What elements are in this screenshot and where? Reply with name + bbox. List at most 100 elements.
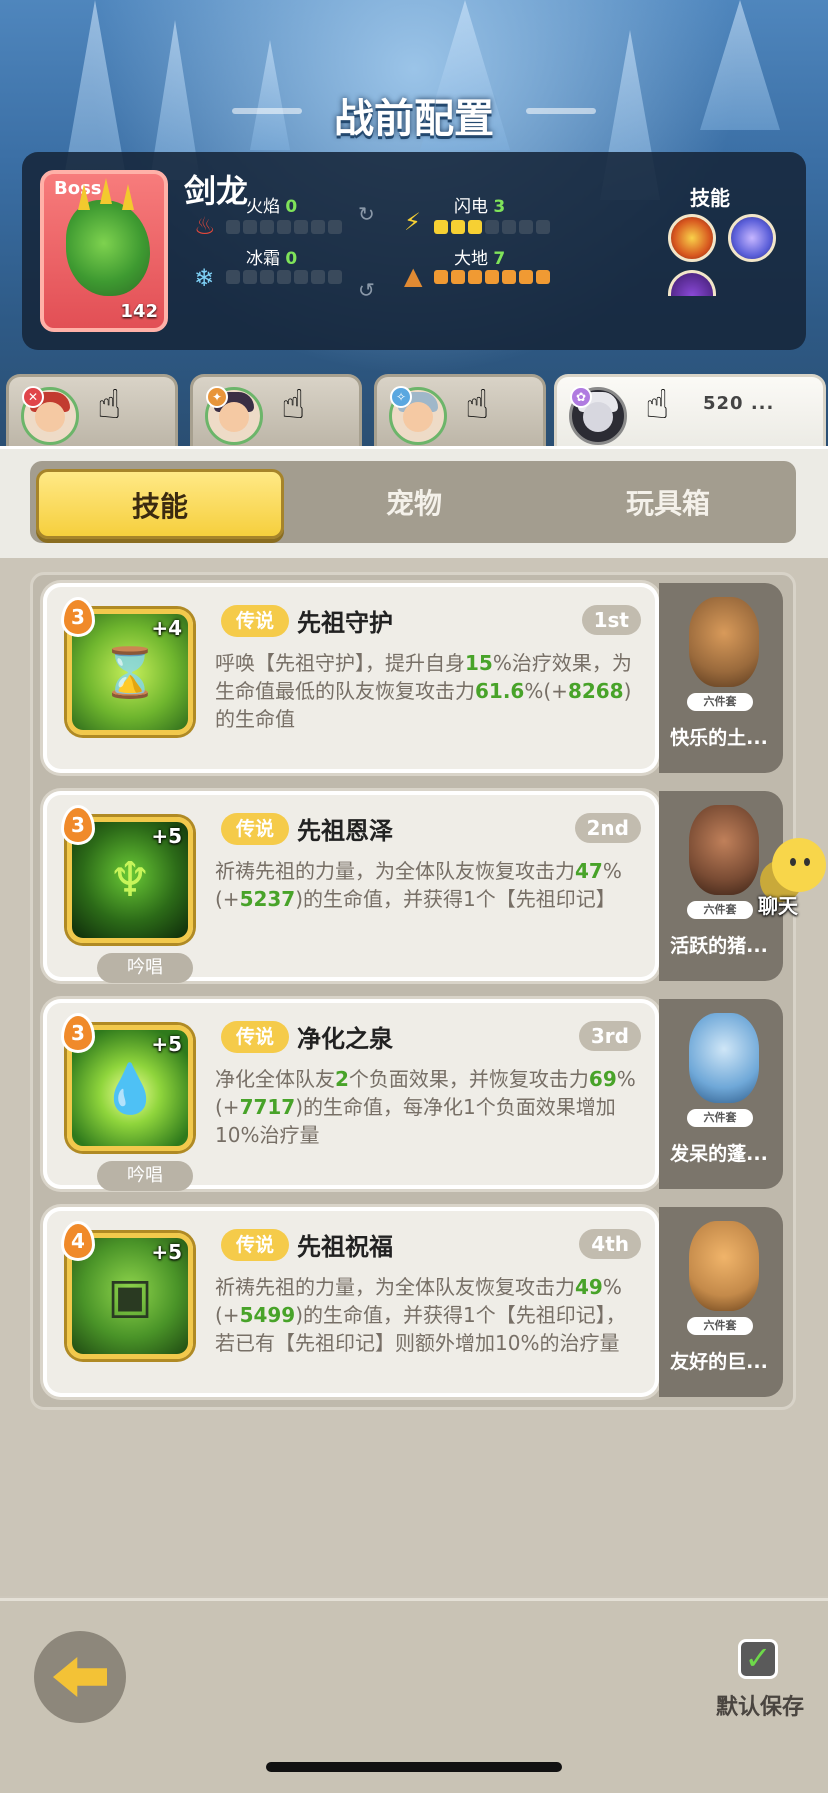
hero-avatar: ✕ [21, 386, 79, 445]
skill-name: 先祖守护 [297, 609, 393, 637]
tap-hand-icon: ☝ [465, 382, 490, 428]
lightning-bar [434, 220, 550, 234]
hero-role-badge: ✕ [22, 386, 44, 408]
boss-skill-vortex-icon[interactable] [728, 214, 776, 262]
highlight-value: 8268 [567, 679, 624, 703]
skill-rank: 4th [579, 1229, 641, 1259]
frost-bar [226, 270, 342, 284]
earth-value: 7 [493, 249, 506, 269]
dragon-portrait [66, 178, 150, 296]
rarity-badge: 传说 [221, 1229, 289, 1261]
desc-text: 祈祷先祖的力量，为全体队友恢复攻击力 [215, 859, 575, 883]
skill-card-3[interactable]: 💧 +5 3 吟唱 传说 净化之泉 3rd 净化全体队友2个负面效果，并恢复攻击… [43, 999, 659, 1191]
highlight-value: 7717 [239, 1095, 296, 1119]
default-save-label: 默认保存 [716, 1695, 805, 1720]
boss-info-panel: Boss 142 剑龙 ♨ 火焰 0 ❄ 冰霜 0 ↻ ↺ ⚡ 闪电 3 ▲ 大… [22, 152, 806, 350]
pet-set-badge: 六件套 [687, 1317, 753, 1335]
fire-label: 火焰 [246, 197, 280, 217]
earth-bar [434, 270, 550, 284]
hero-tab-4[interactable]: ✿ ☝ 520 ... [554, 374, 826, 446]
boss-skill-shadow-icon[interactable] [668, 270, 716, 296]
rarity-badge: 传说 [221, 605, 289, 637]
cycle-arrow-bottom-icon: ↺ [358, 278, 375, 302]
pet-portrait [689, 597, 759, 687]
skill-description: 净化全体队友2个负面效果，并恢复攻击力69%(+7717)的生命值，每净化1个负… [215, 1065, 639, 1149]
earth-stat: 大地 7 [454, 244, 505, 269]
back-arrow-icon [53, 1657, 107, 1697]
skill-rank: 2nd [574, 813, 641, 843]
hero-tab-3[interactable]: ✧ ☝ [374, 374, 546, 446]
pet-portrait [689, 1221, 759, 1311]
default-save-checkbox[interactable]: ✓ [738, 1639, 778, 1679]
tab-skills[interactable]: 技能 [36, 469, 284, 539]
highlight-value: 2 [335, 1067, 349, 1091]
skill-name: 先祖祝福 [297, 1233, 393, 1261]
chat-button[interactable]: 聊天 [752, 838, 828, 918]
earth-icon: ▲ [404, 262, 423, 290]
segmented-control: 技能 宠物 玩具箱 [30, 461, 796, 543]
pet-slot-1[interactable]: 六件套 快乐的土... [659, 583, 783, 773]
desc-text: 祈祷先祖的力量，为全体队友恢复攻击力 [215, 1275, 575, 1299]
fire-stat: 火焰 0 [246, 192, 297, 217]
fire-bar [226, 220, 342, 234]
pet-slot-4[interactable]: 六件套 友好的巨... [659, 1207, 783, 1397]
boss-name: 剑龙 [184, 172, 249, 210]
home-indicator[interactable] [266, 1762, 562, 1772]
skill-level-badge: 3 [61, 597, 95, 637]
fire-icon: ♨ [194, 212, 216, 240]
hero-role-badge: ✿ [570, 386, 592, 408]
cycle-arrow-top-icon: ↻ [358, 202, 375, 226]
skill-rank: 1st [581, 605, 641, 635]
frost-stat: 冰霜 0 [246, 244, 297, 269]
highlight-value: 47 [575, 859, 603, 883]
pet-name: 友好的巨... [670, 1351, 768, 1373]
skill-rank: 3rd [578, 1021, 641, 1051]
skill-plus: +5 [151, 824, 182, 848]
tap-hand-icon: ☝ [645, 382, 670, 428]
pet-slot-3[interactable]: 六件套 发呆的蓬... [659, 999, 783, 1189]
pet-name: 发呆的蓬... [670, 1143, 768, 1165]
skill-card-4[interactable]: ▣ +5 4 传说 先祖祝福 4th 祈祷先祖的力量，为全体队友恢复攻击力49%… [43, 1207, 659, 1397]
highlight-value: 5499 [239, 1303, 296, 1327]
skill-card-1[interactable]: ⌛ +4 3 传说 先祖守护 1st 呼唤【先祖守护】，提升自身15%治疗效果，… [43, 583, 659, 773]
pet-set-badge: 六件套 [687, 693, 753, 711]
skill-level-badge: 3 [61, 805, 95, 845]
skill-plus: +4 [151, 616, 182, 640]
hero-role-badge: ✧ [390, 386, 412, 408]
skill-description: 祈祷先祖的力量，为全体队友恢复攻击力47%(+5237)的生命值，并获得1个【先… [215, 857, 639, 913]
chat-label: 聊天 [758, 894, 798, 918]
skill-card-2[interactable]: ♆ +5 3 吟唱 传说 先祖恩泽 2nd 祈祷先祖的力量，为全体队友恢复攻击力… [43, 791, 659, 983]
hero-avatar: ✦ [205, 386, 263, 445]
rarity-badge: 传说 [221, 813, 289, 845]
config-page: 技能 宠物 玩具箱 ⌛ +4 3 传说 先祖守护 1st 呼唤【先祖守护】，提升… [0, 446, 828, 1596]
pet-set-badge: 六件套 [687, 1109, 753, 1127]
highlight-value: 61.6 [475, 679, 525, 703]
desc-text: 净化全体队友 [215, 1067, 335, 1091]
hero-avatar: ✿ [569, 386, 627, 445]
back-button[interactable] [34, 1631, 126, 1723]
lightning-value: 3 [493, 197, 506, 217]
snowflake-icon: ❄ [194, 264, 215, 292]
tab-toybox[interactable]: 玩具箱 [544, 469, 792, 539]
highlight-value: 69 [588, 1067, 617, 1091]
hero-tab-2[interactable]: ✦ ☝ [190, 374, 362, 446]
highlight-value: 49 [575, 1275, 603, 1299]
skill-name: 净化之泉 [297, 1025, 393, 1053]
skill-plus: +5 [151, 1240, 182, 1264]
hero-avatar: ✧ [389, 386, 447, 445]
lightning-label: 闪电 [454, 197, 488, 217]
chant-badge: 吟唱 [97, 1161, 193, 1191]
highlight-value: 15 [465, 651, 493, 675]
skill-plus: +5 [151, 1032, 182, 1056]
boss-card[interactable]: Boss 142 [40, 170, 168, 332]
chat-smiley-icon [772, 838, 826, 892]
rarity-badge: 传说 [221, 1021, 289, 1053]
hero-tab-1[interactable]: ✕ ☝ [6, 374, 178, 446]
segment-area: 技能 宠物 玩具箱 [0, 446, 828, 558]
boss-skills-label: 技能 [690, 186, 730, 210]
skill-description: 呼唤【先祖守护】，提升自身15%治疗效果，为生命值最低的队友恢复攻击力61.6%… [215, 649, 639, 733]
desc-text: )的生命值，并获得1个【先祖印记】 [295, 887, 616, 911]
boss-skill-fire-icon[interactable] [668, 214, 716, 262]
tab-pets[interactable]: 宠物 [290, 469, 538, 539]
fire-value: 0 [285, 197, 298, 217]
